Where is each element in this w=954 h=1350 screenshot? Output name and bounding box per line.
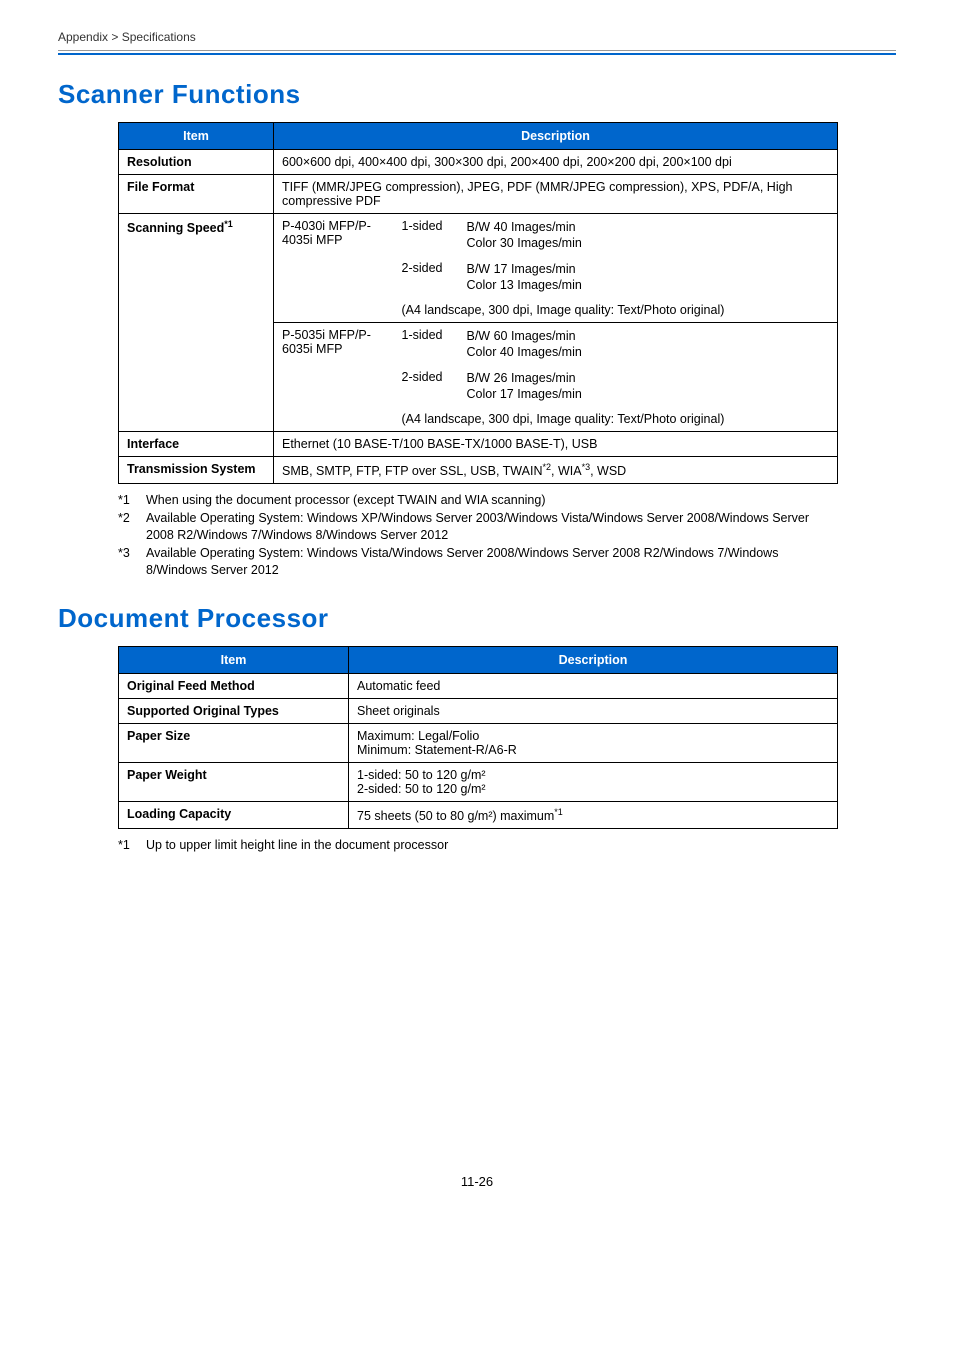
footnote-text: Up to upper limit height line in the doc… (146, 837, 448, 854)
trans-sup3: *3 (582, 462, 591, 472)
loading-capacity-sup: *1 (554, 807, 563, 817)
footnote-1: *1When using the document processor (exc… (118, 492, 838, 509)
cell-value: Automatic feed (349, 673, 838, 698)
trans-sup2: *2 (542, 462, 551, 472)
cell-meta: (A4 landscape, 300 dpi, Image quality: T… (394, 298, 838, 323)
footnote-text: When using the document processor (excep… (146, 492, 546, 509)
cell-speed: B/W 17 Images/min Color 13 Images/min (459, 256, 838, 298)
breadcrumb: Appendix > Specifications (58, 30, 896, 44)
paper-weight-1: 1-sided: 50 to 120 g/m² (357, 768, 829, 782)
footnote-text: Available Operating System: Windows XP/W… (146, 510, 838, 544)
footnote-mark: *2 (118, 510, 146, 544)
cell-value: 75 sheets (50 to 80 g/m²) maximum*1 (349, 801, 838, 828)
page-number: 11-26 (58, 1174, 896, 1189)
footnote-3: *3Available Operating System: Windows Vi… (118, 545, 838, 579)
cell-value: 1-sided: 50 to 120 g/m² 2-sided: 50 to 1… (349, 762, 838, 801)
footnote-mark: *1 (118, 837, 146, 854)
footnote-mark: *1 (118, 492, 146, 509)
cell-empty (274, 407, 394, 432)
cell-side-2: 2-sided (394, 365, 459, 407)
paper-size-max: Maximum: Legal/Folio (357, 729, 829, 743)
paper-weight-2: 2-sided: 50 to 120 g/m² (357, 782, 829, 796)
cell-label: Interface (119, 432, 274, 457)
paper-size-min: Minimum: Statement-R/A6-R (357, 743, 829, 757)
footnote-text: Available Operating System: Windows Vist… (146, 545, 838, 579)
cell-label: Original Feed Method (119, 673, 349, 698)
cell-label: Paper Weight (119, 762, 349, 801)
cell-speed: B/W 60 Images/min Color 40 Images/min (459, 323, 838, 366)
cell-speed: B/W 40 Images/min Color 30 Images/min (459, 214, 838, 257)
divider-blue (58, 53, 896, 55)
speed-color: Color 17 Images/min (467, 386, 830, 402)
col-header-description: Description (349, 646, 838, 673)
row-transmission: Transmission System SMB, SMTP, FTP, FTP … (119, 457, 838, 484)
scan-speed-sup: *1 (224, 219, 233, 229)
cell-label: Paper Size (119, 723, 349, 762)
row-scan-speed-a1: Scanning Speed*1 P-4030i MFP/P-4035i MFP… (119, 214, 838, 257)
cell-side-1: 1-sided (394, 214, 459, 257)
speed-bw: B/W 17 Images/min (467, 261, 830, 277)
cell-label: Supported Original Types (119, 698, 349, 723)
cell-label: Scanning Speed*1 (119, 214, 274, 432)
row-file-format: File Format TIFF (MMR/JPEG compression),… (119, 175, 838, 214)
table-scanner-functions: Item Description Resolution 600×600 dpi,… (118, 122, 838, 484)
row-paper-weight: Paper Weight 1-sided: 50 to 120 g/m² 2-s… (119, 762, 838, 801)
cell-meta: (A4 landscape, 300 dpi, Image quality: T… (394, 407, 838, 432)
row-original-types: Supported Original Types Sheet originals (119, 698, 838, 723)
speed-color: Color 30 Images/min (467, 235, 830, 251)
cell-side-2: 2-sided (394, 256, 459, 298)
speed-color: Color 13 Images/min (467, 277, 830, 293)
heading-scanner-functions: Scanner Functions (58, 79, 896, 110)
cell-model-b: P-5035i MFP/P-6035i MFP (274, 323, 394, 408)
loading-capacity-text: 75 sheets (50 to 80 g/m²) maximum (357, 809, 554, 823)
row-resolution: Resolution 600×600 dpi, 400×400 dpi, 300… (119, 150, 838, 175)
divider-grey (58, 50, 896, 51)
speed-bw: B/W 60 Images/min (467, 328, 830, 344)
cell-label: Resolution (119, 150, 274, 175)
cell-label: Transmission System (119, 457, 274, 484)
heading-document-processor: Document Processor (58, 603, 896, 634)
table-document-processor: Item Description Original Feed Method Au… (118, 646, 838, 829)
footnote-2: *2Available Operating System: Windows XP… (118, 510, 838, 544)
speed-color: Color 40 Images/min (467, 344, 830, 360)
cell-label: Loading Capacity (119, 801, 349, 828)
col-header-item: Item (119, 646, 349, 673)
footnote-1: *1Up to upper limit height line in the d… (118, 837, 838, 854)
trans-mid: , WIA (551, 464, 582, 478)
cell-model-a: P-4030i MFP/P-4035i MFP (274, 214, 394, 299)
footnote-mark: *3 (118, 545, 146, 579)
cell-side-1: 1-sided (394, 323, 459, 366)
speed-bw: B/W 26 Images/min (467, 370, 830, 386)
row-loading-capacity: Loading Capacity 75 sheets (50 to 80 g/m… (119, 801, 838, 828)
cell-value: Maximum: Legal/Folio Minimum: Statement-… (349, 723, 838, 762)
row-paper-size: Paper Size Maximum: Legal/Folio Minimum:… (119, 723, 838, 762)
speed-bw: B/W 40 Images/min (467, 219, 830, 235)
row-interface: Interface Ethernet (10 BASE-T/100 BASE-T… (119, 432, 838, 457)
table-header-row: Item Description (119, 646, 838, 673)
trans-pre: SMB, SMTP, FTP, FTP over SSL, USB, TWAIN (282, 464, 542, 478)
cell-empty (274, 298, 394, 323)
cell-speed: B/W 26 Images/min Color 17 Images/min (459, 365, 838, 407)
cell-value: Sheet originals (349, 698, 838, 723)
cell-value: SMB, SMTP, FTP, FTP over SSL, USB, TWAIN… (274, 457, 838, 484)
scan-speed-label: Scanning Speed (127, 221, 224, 235)
col-header-description: Description (274, 123, 838, 150)
cell-value: TIFF (MMR/JPEG compression), JPEG, PDF (… (274, 175, 838, 214)
row-feed-method: Original Feed Method Automatic feed (119, 673, 838, 698)
col-header-item: Item (119, 123, 274, 150)
dp-footnotes: *1Up to upper limit height line in the d… (118, 837, 838, 854)
cell-value: 600×600 dpi, 400×400 dpi, 300×300 dpi, 2… (274, 150, 838, 175)
cell-label: File Format (119, 175, 274, 214)
scanner-footnotes: *1When using the document processor (exc… (118, 492, 838, 578)
table-header-row: Item Description (119, 123, 838, 150)
cell-value: Ethernet (10 BASE-T/100 BASE-TX/1000 BAS… (274, 432, 838, 457)
trans-post: , WSD (590, 464, 626, 478)
